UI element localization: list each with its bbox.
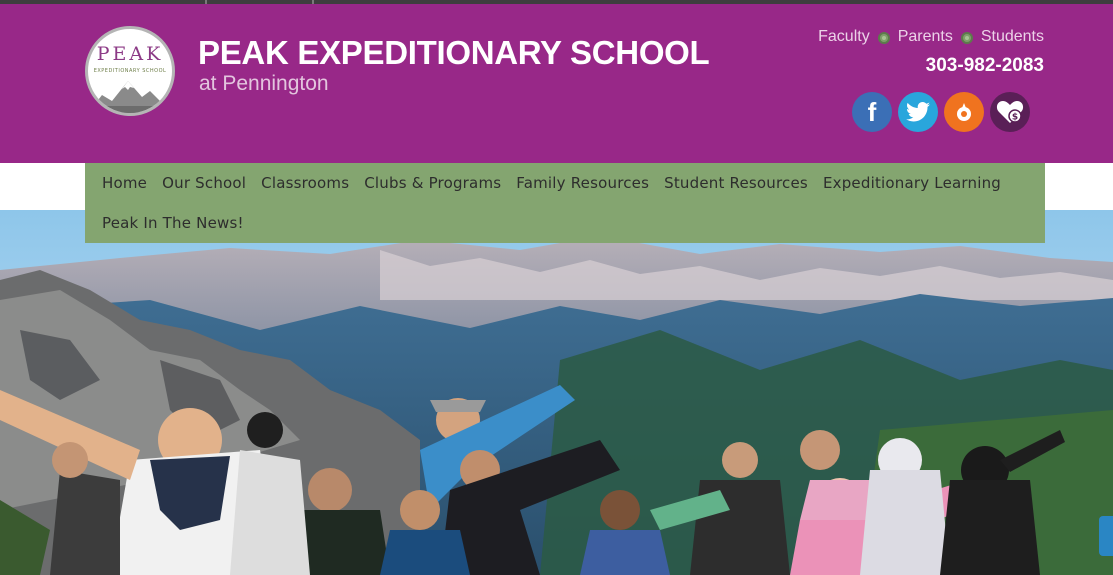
nav-row: Home Our School Classrooms Clubs & Progr… [102, 174, 1016, 192]
svg-text:$: $ [1012, 113, 1018, 123]
audience-links: Faculty Parents Students [818, 28, 1044, 46]
nav-item-clubs-programs[interactable]: Clubs & Programs [364, 174, 501, 192]
logo-mountain-icon [88, 81, 172, 113]
nav-item-classrooms[interactable]: Classrooms [261, 174, 349, 192]
facebook-icon[interactable]: f [852, 92, 892, 132]
faculty-link[interactable]: Faculty [818, 28, 870, 46]
nav-item-expeditionary-learning[interactable]: Expeditionary Learning [823, 174, 1001, 192]
logo-wordmark: PEAK [96, 43, 164, 65]
side-feedback-tab[interactable] [1099, 516, 1113, 556]
nav-item-peak-in-the-news[interactable]: Peak In The News! [102, 214, 244, 232]
bullet-icon [960, 32, 973, 44]
nav-item-student-resources[interactable]: Student Resources [664, 174, 808, 192]
nav-item-our-school[interactable]: Our School [162, 174, 246, 192]
parents-link[interactable]: Parents [898, 28, 953, 46]
nav-ribbon-fold [52, 170, 85, 203]
phone-number[interactable]: 303-982-2083 [926, 55, 1044, 77]
kickstarter-icon[interactable] [944, 92, 984, 132]
nav-ribbon-corner [1045, 170, 1113, 210]
school-name[interactable]: PEAK EXPEDITIONARY SCHOOL [198, 34, 710, 72]
main-nav: Home Our School Classrooms Clubs & Progr… [85, 163, 1045, 243]
school-logo[interactable]: PEAK EXPEDITIONARY SCHOOL [85, 26, 175, 116]
nav-row: Peak In The News! [102, 214, 259, 232]
students-link[interactable]: Students [981, 28, 1044, 46]
nav-item-family-resources[interactable]: Family Resources [516, 174, 649, 192]
donate-heart-icon[interactable]: $ [990, 92, 1030, 132]
nav-item-home[interactable]: Home [102, 174, 147, 192]
site-header: PEAK EXPEDITIONARY SCHOOL PEAK EXPEDITIO… [0, 4, 1113, 163]
twitter-icon[interactable] [898, 92, 938, 132]
school-location: at Pennington [199, 72, 329, 95]
hero-photo [0, 210, 1113, 575]
bullet-icon [877, 32, 890, 44]
social-links: f $ [852, 92, 1030, 132]
